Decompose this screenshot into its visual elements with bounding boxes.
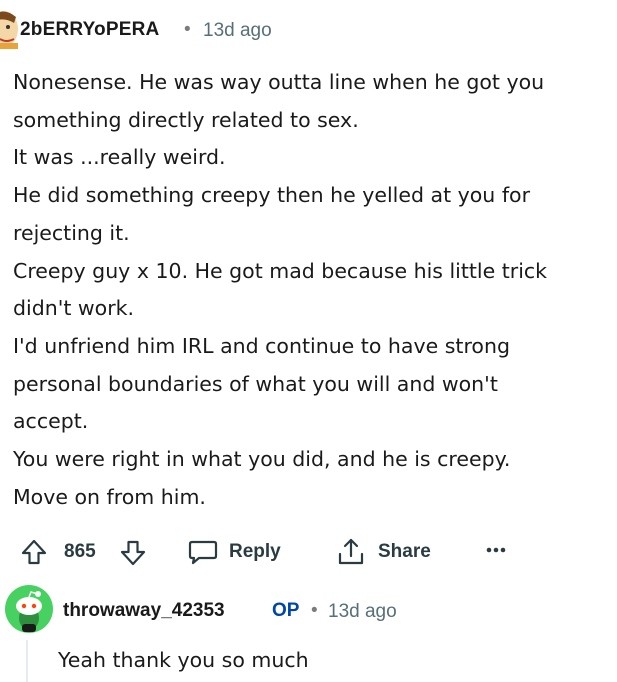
- reply-body: Yeah thank you so much: [58, 648, 309, 672]
- op-badge: OP: [272, 600, 300, 621]
- reply-username[interactable]: throwaway_42353: [63, 600, 225, 622]
- upvote-arrow-icon[interactable]: [20, 538, 48, 566]
- comment-line: He did something creepy then he yelled a…: [13, 183, 531, 208]
- comment-line: Creepy guy x 10. He got mad because his …: [13, 258, 548, 283]
- meta-separator: •: [311, 600, 318, 621]
- comment-username[interactable]: 2bERRYoPERA: [20, 19, 159, 41]
- comment-line: I'd unfriend him IRL and continue to hav…: [13, 333, 510, 358]
- comment-line: Move on from him.: [13, 484, 206, 509]
- comment-line: personal boundaries of what you will and…: [13, 371, 498, 396]
- downvote-arrow-icon[interactable]: [119, 539, 147, 567]
- thread-line[interactable]: [26, 640, 28, 682]
- comment-line: something directly related to sex.: [13, 107, 359, 132]
- share-upload-icon: [338, 538, 364, 565]
- reply-timestamp[interactable]: 13d ago: [328, 601, 397, 623]
- comment-action-bar: 865 Reply Share: [0, 531, 617, 571]
- comment-line: Nonesense. He was way outta line when he…: [13, 70, 545, 94]
- comment-line: It was ...really weird.: [13, 145, 226, 170]
- user-avatar[interactable]: [0, 9, 20, 49]
- comment-timestamp[interactable]: 13d ago: [203, 20, 272, 42]
- comment-body: Nonesense. He was way outta line when he…: [13, 64, 613, 516]
- vote-score: 865: [64, 541, 96, 562]
- comment-line: accept.: [13, 409, 89, 434]
- comment-line: rejecting it.: [13, 220, 130, 245]
- ellipsis-icon[interactable]: [485, 546, 509, 554]
- comment-line: You were right in what you did, and he i…: [13, 447, 511, 472]
- speech-bubble-icon: [188, 540, 218, 565]
- share-label: Share: [378, 541, 431, 562]
- avatar-image: [0, 11, 18, 49]
- meta-separator: •: [184, 19, 191, 40]
- comment-line: didn't work.: [13, 296, 135, 321]
- comment-header: 2bERRYoPERA • 13d ago: [0, 11, 617, 49]
- reply-avatar-snoo-icon[interactable]: [4, 584, 54, 634]
- reply-label: Reply: [229, 541, 281, 562]
